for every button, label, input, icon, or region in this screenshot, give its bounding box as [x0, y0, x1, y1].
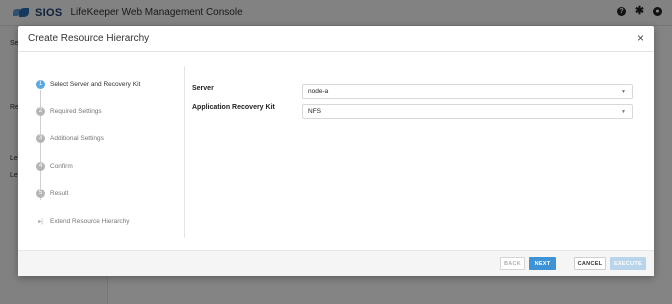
- step-label-4: Confirm: [50, 162, 73, 170]
- step-number-1: 1: [36, 79, 45, 89]
- cancel-button[interactable]: CANCEL: [574, 257, 606, 270]
- recovery-kit-label: Application Recovery Kit: [192, 104, 275, 111]
- step-extend: ▸| Extend Resource Hierarchy: [36, 215, 129, 227]
- step-label-1: Select Server and Recovery Kit: [50, 80, 141, 88]
- step-label-3: Additional Settings: [50, 134, 104, 142]
- step-label-2: Required Settings: [50, 107, 102, 115]
- branch-icon: ▸|: [38, 218, 43, 225]
- create-resource-hierarchy-dialog: Create Resource Hierarchy × 1 Select Ser…: [18, 26, 654, 276]
- recovery-kit-select[interactable]: NFS ▼: [302, 104, 633, 119]
- step-number-2: 2: [36, 106, 45, 116]
- close-icon[interactable]: ×: [637, 31, 644, 45]
- step-3: 3 Additional Settings: [36, 132, 104, 144]
- back-button[interactable]: BACK: [500, 257, 525, 270]
- recovery-kit-value: NFS: [308, 108, 321, 115]
- step-number-4: 4: [36, 161, 45, 171]
- step-2: 2 Required Settings: [36, 105, 102, 117]
- step-label-5: Result: [50, 189, 69, 197]
- server-label: Server: [192, 85, 214, 92]
- step-label-extend: Extend Resource Hierarchy: [50, 217, 130, 225]
- server-select[interactable]: node-a ▼: [302, 84, 633, 99]
- chevron-down-icon: ▼: [621, 109, 626, 115]
- modal-title: Create Resource Hierarchy: [28, 33, 150, 44]
- chevron-down-icon: ▼: [621, 89, 626, 95]
- modal-footer: BACK NEXT CANCEL EXECUTE: [18, 250, 654, 276]
- step-5: 5 Result: [36, 187, 68, 199]
- next-button[interactable]: NEXT: [529, 257, 556, 270]
- steps-divider: [184, 66, 185, 238]
- step-4: 4 Confirm: [36, 160, 73, 172]
- step-number-5: 5: [36, 188, 45, 198]
- modal-header: Create Resource Hierarchy: [18, 26, 654, 52]
- server-value: node-a: [308, 88, 329, 95]
- step-1: 1 Select Server and Recovery Kit: [36, 78, 140, 90]
- execute-button[interactable]: EXECUTE: [610, 257, 646, 270]
- step-number-3: 3: [36, 133, 45, 143]
